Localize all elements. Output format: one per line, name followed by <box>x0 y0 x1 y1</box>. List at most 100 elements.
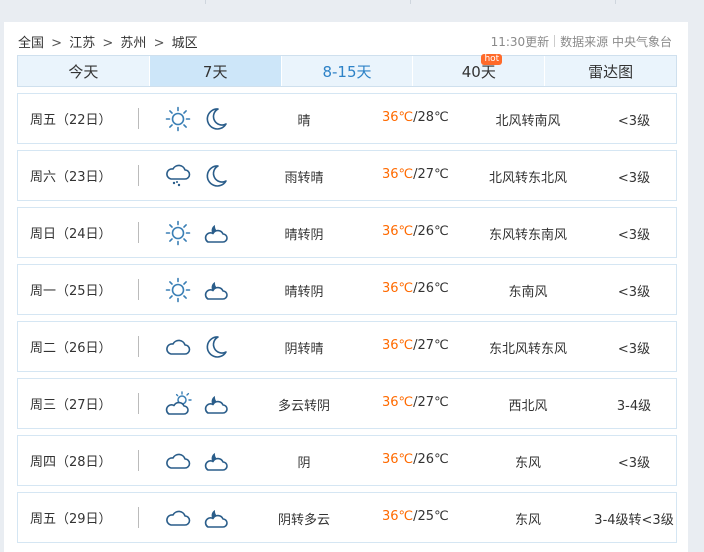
low-temp: /28℃ <box>413 110 449 125</box>
wind-level: <3级 <box>617 456 651 471</box>
forecast-row: 周五（22日） 晴 36℃/28℃ 北风转南风 <3级 <box>17 93 677 144</box>
moon-icon <box>202 333 230 361</box>
forecast-row: 周二（26日） 阴转晴 36℃/27℃ 东北风转东风 <3级 <box>17 321 677 372</box>
breadcrumb-item-province[interactable]: 江苏 <box>69 36 95 51</box>
forecast-panel: 全国 > 江苏 > 苏州 > 城区 11:30更新 数据来源 中央气象台 今天 7… <box>4 22 688 552</box>
wind-direction: 西北风 <box>508 399 548 414</box>
wind-level: 3-4级 <box>616 399 652 414</box>
temperature: 36℃/27℃ <box>382 338 449 353</box>
divider <box>138 507 139 528</box>
tab-8-15-day[interactable]: 8-15天 <box>281 56 414 86</box>
tab-today-label: 今天 <box>68 62 99 81</box>
low-temp: /26℃ <box>413 452 449 467</box>
tab-radar[interactable]: 雷达图 <box>545 56 676 86</box>
moon-icon <box>202 162 230 190</box>
tab-radar-label: 雷达图 <box>588 62 634 81</box>
weather-desc: 雨转晴 <box>284 171 324 186</box>
rain-cloud-icon <box>164 162 192 190</box>
forecast-day: 周六（23日） <box>30 170 112 185</box>
wind-level: <3级 <box>617 114 651 129</box>
temperature: 36℃/26℃ <box>382 452 449 467</box>
moon-cloud-icon <box>202 390 230 418</box>
sun-icon <box>164 105 192 133</box>
weather-desc: 阴 <box>297 456 311 471</box>
divider <box>138 108 139 129</box>
wind-direction: 北风转南风 <box>495 114 561 129</box>
weather-desc: 阴转晴 <box>284 342 324 357</box>
sun-icon <box>164 276 192 304</box>
high-temp: 36℃ <box>382 281 414 296</box>
temperature: 36℃/25℃ <box>382 509 449 524</box>
forecast-row: 周一（25日） 晴转阴 36℃/26℃ 东南风 <3级 <box>17 264 677 315</box>
divider <box>138 279 139 300</box>
forecast-row: 周日（24日） 晴转阴 36℃/26℃ 东风转东南风 <3级 <box>17 207 677 258</box>
tab-40-day[interactable]: 40天 hot <box>413 54 546 86</box>
forecast-day: 周二（26日） <box>30 341 112 356</box>
low-temp: /25℃ <box>413 509 449 524</box>
wind-level: <3级 <box>617 285 651 300</box>
top-strip <box>0 0 704 4</box>
temperature: 36℃/28℃ <box>382 110 449 125</box>
cloud-icon <box>164 333 192 361</box>
sun-icon <box>164 219 192 247</box>
forecast-day: 周三（27日） <box>30 398 112 413</box>
update-info: 11:30更新 数据来源 中央气象台 <box>491 33 672 50</box>
breadcrumb-item-country[interactable]: 全国 <box>18 36 44 51</box>
forecast-day: 周五（29日） <box>30 512 112 527</box>
moon-cloud-icon <box>202 504 230 532</box>
low-temp: /27℃ <box>413 167 449 182</box>
high-temp: 36℃ <box>382 452 414 467</box>
temperature: 36℃/27℃ <box>382 167 449 182</box>
wind-level: <3级 <box>617 171 651 186</box>
moon-cloud-icon <box>202 447 230 475</box>
low-temp: /27℃ <box>413 395 449 410</box>
weather-desc: 晴转阴 <box>284 285 324 300</box>
divider <box>138 393 139 414</box>
tab-7-day[interactable]: 7天 <box>149 56 282 86</box>
breadcrumb-separator: > <box>102 36 114 51</box>
breadcrumb-separator: > <box>153 36 165 51</box>
moon-icon <box>202 105 230 133</box>
update-time: 11:30更新 <box>490 35 550 49</box>
divider <box>138 165 139 186</box>
forecast-row: 周六（23日） 雨转晴 36℃/27℃ 北风转东北风 <3级 <box>17 150 677 201</box>
wind-direction: 东风 <box>514 456 541 471</box>
low-temp: /27℃ <box>413 338 449 353</box>
wind-direction: 北风转东北风 <box>488 171 567 186</box>
wind-level: 3-4级转<3级 <box>594 513 674 528</box>
breadcrumb-item-city[interactable]: 苏州 <box>120 36 146 51</box>
moon-cloud-icon <box>202 219 230 247</box>
weather-desc: 多云转阴 <box>277 399 330 414</box>
tab-today[interactable]: 今天 <box>18 56 150 86</box>
high-temp: 36℃ <box>382 395 414 410</box>
forecast-row: 周四（28日） 阴 36℃/26℃ 东风 <3级 <box>17 435 677 486</box>
wind-direction: 东风转东南风 <box>488 228 567 243</box>
forecast-day: 周日（24日） <box>30 227 112 242</box>
weather-desc: 晴 <box>297 114 311 129</box>
breadcrumb-item-district: 城区 <box>171 36 198 51</box>
wind-direction: 东风 <box>514 513 541 528</box>
forecast-row: 周三（27日） 多云转阴 36℃/27℃ 西北风 3-4级 <box>17 378 677 429</box>
high-temp: 36℃ <box>382 110 414 125</box>
forecast-day: 周五（22日） <box>30 113 112 128</box>
high-temp: 36℃ <box>382 167 414 182</box>
forecast-row: 周五（29日） 阴转多云 36℃/25℃ 东风 3-4级转<3级 <box>17 492 677 543</box>
wind-level: <3级 <box>617 342 651 357</box>
sun-cloud-icon <box>164 390 192 418</box>
divider <box>554 35 556 47</box>
tab-8-15-day-label: 8-15天 <box>322 62 372 81</box>
weather-desc: 晴转阴 <box>284 228 324 243</box>
wind-direction: 东北风转东风 <box>488 342 567 357</box>
low-temp: /26℃ <box>413 281 449 296</box>
forecast-day: 周一（25日） <box>30 284 112 299</box>
weather-desc: 阴转多云 <box>277 513 330 528</box>
low-temp: /26℃ <box>413 224 449 239</box>
temperature: 36℃/26℃ <box>382 224 449 239</box>
cloud-icon <box>164 447 192 475</box>
wind-direction: 东南风 <box>508 285 548 300</box>
temperature: 36℃/26℃ <box>382 281 449 296</box>
forecast-tabs: 今天 7天 8-15天 40天 hot 雷达图 <box>17 54 677 87</box>
temperature: 36℃/27℃ <box>382 395 449 410</box>
breadcrumb-separator: > <box>51 36 63 51</box>
divider <box>138 336 139 357</box>
